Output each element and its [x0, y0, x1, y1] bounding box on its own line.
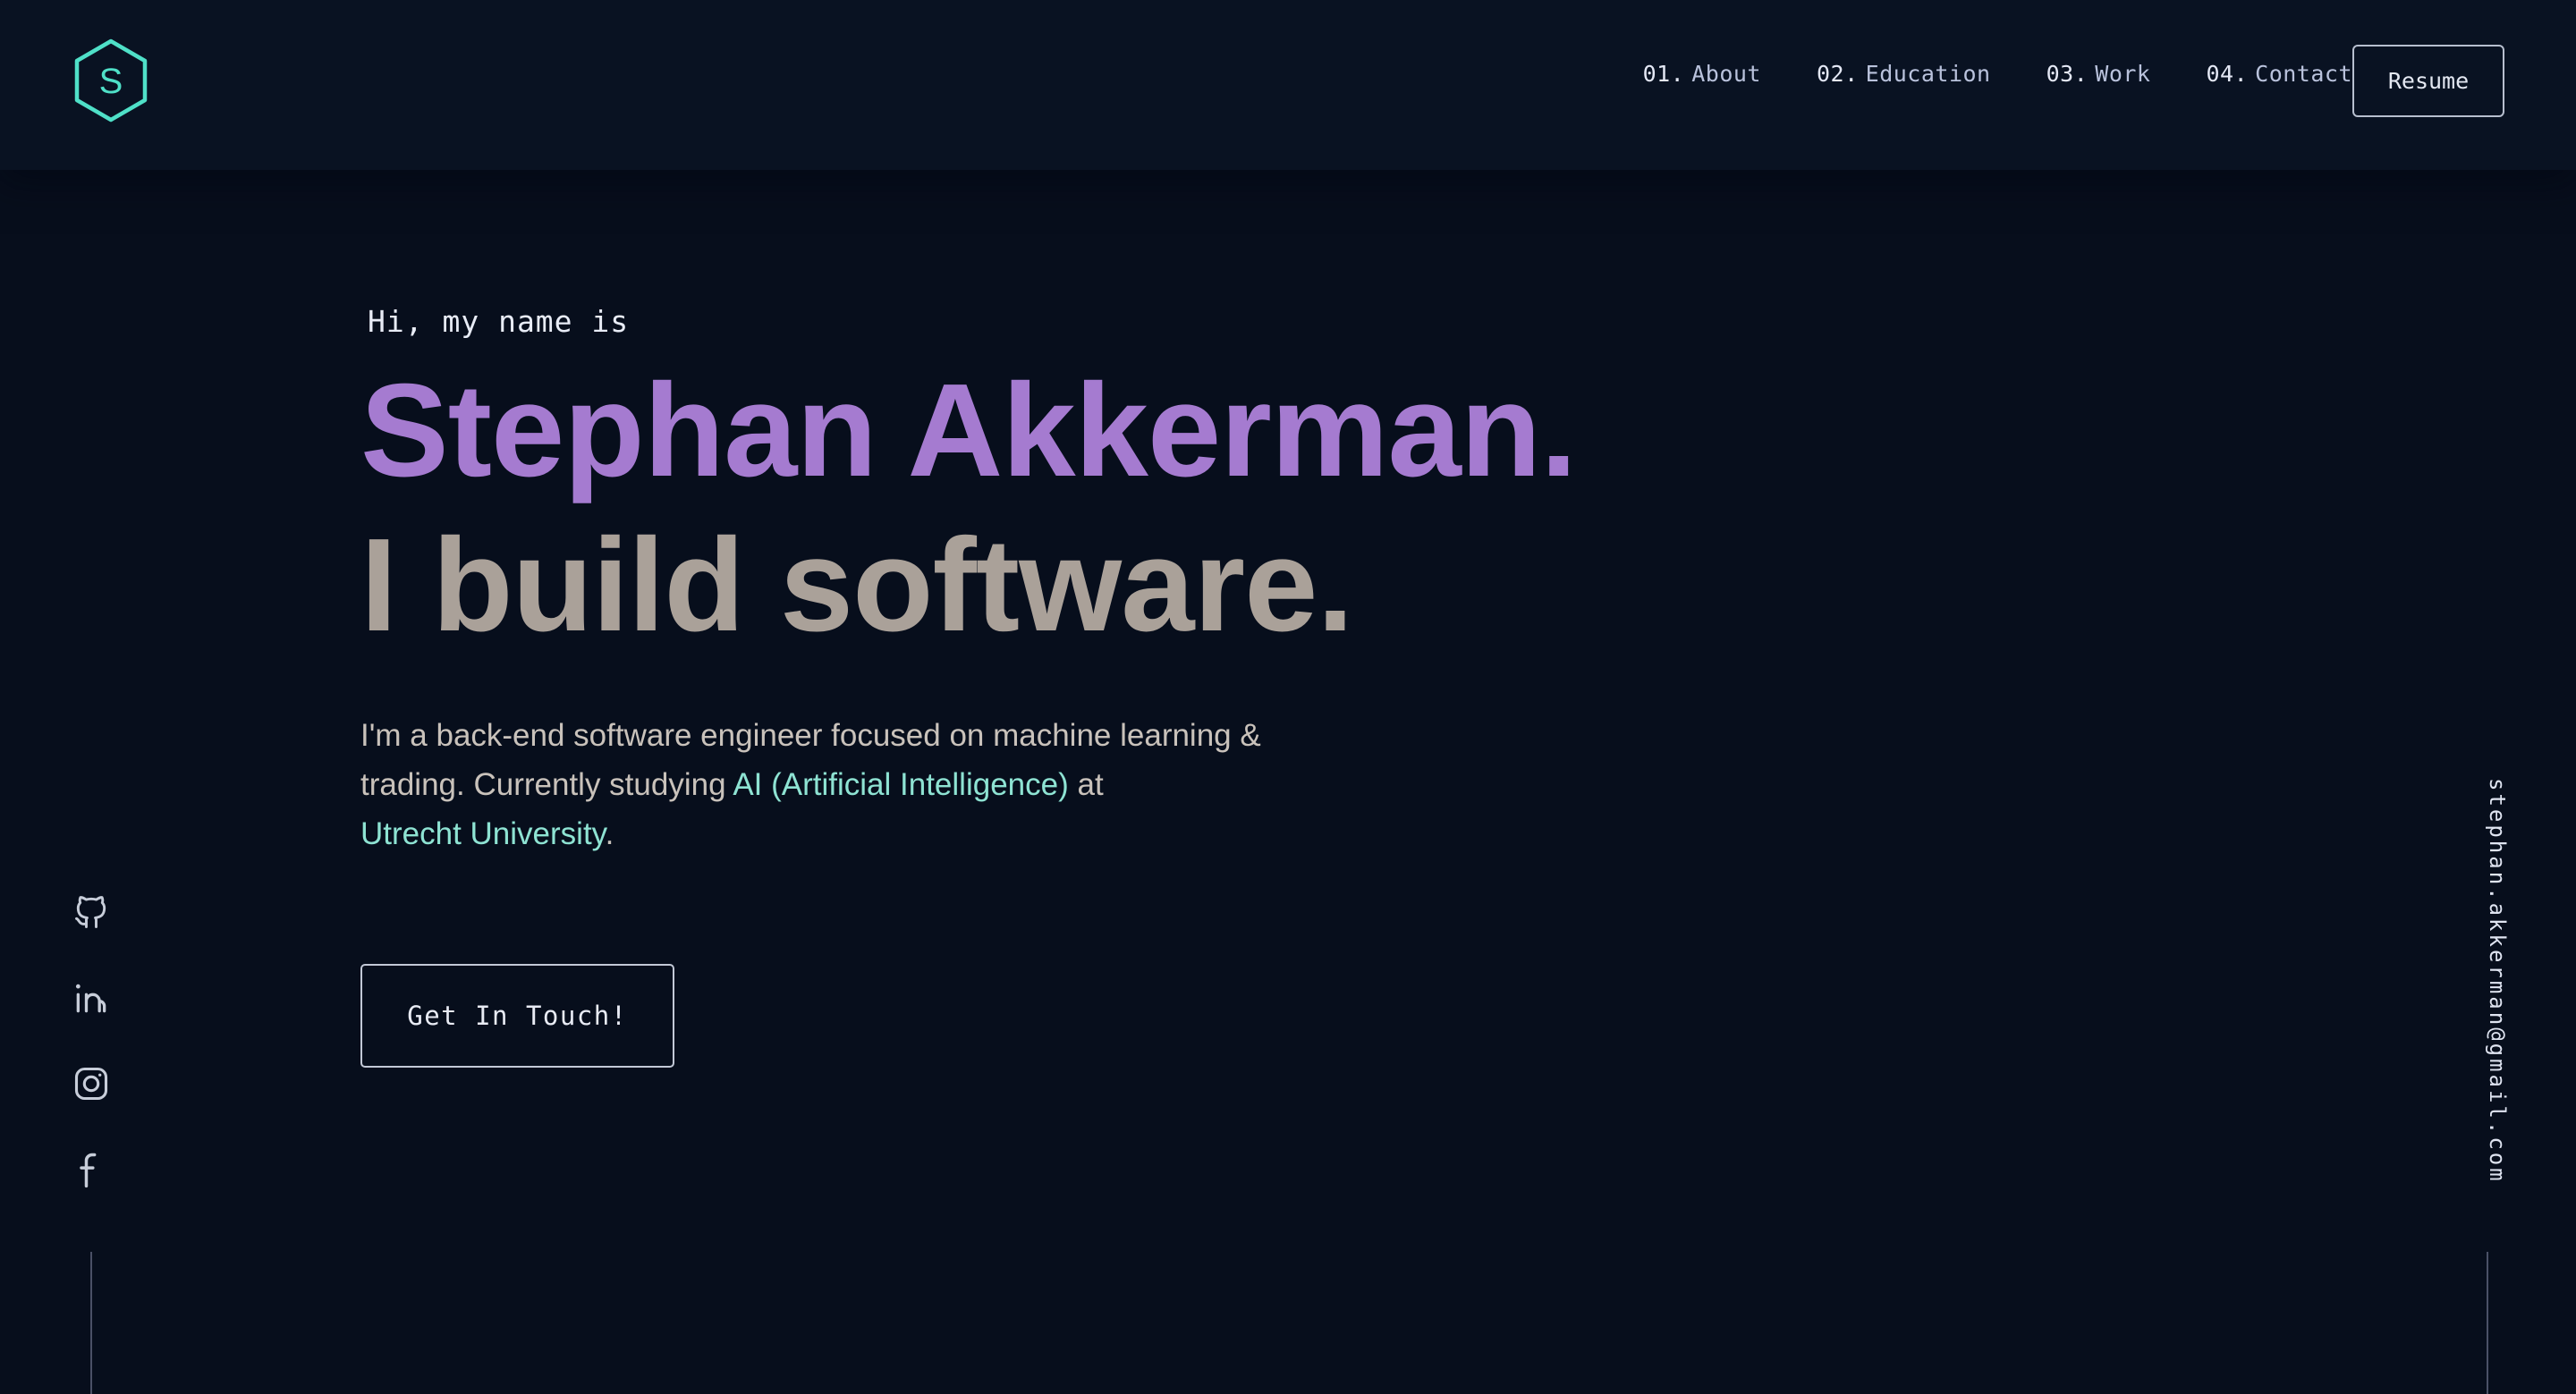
- hero-name: Stephan Akkerman.: [360, 357, 1577, 504]
- main-nav: 01. About 02. Education 03. Work 04. Contact: [1643, 61, 2352, 87]
- nav-label: Education: [1865, 61, 1991, 87]
- bio-text: at: [1068, 766, 1104, 802]
- university-link[interactable]: Utrecht University: [360, 816, 606, 851]
- right-vertical-line: [2487, 1252, 2488, 1394]
- nav-label: About: [1691, 61, 1761, 87]
- nav-item-work[interactable]: 03. Work: [2046, 61, 2151, 87]
- hero-tagline: I build software.: [360, 511, 1354, 659]
- github-icon[interactable]: [72, 892, 111, 932]
- facebook-icon[interactable]: [72, 1150, 111, 1189]
- instagram-icon[interactable]: [72, 1064, 111, 1103]
- hero-bio: I'm a back-end software engineer focused…: [360, 711, 1362, 858]
- hero-section: Hi, my name is Stephan Akkerman. I build…: [360, 304, 1577, 1068]
- resume-button[interactable]: Resume: [2352, 45, 2504, 117]
- nav-label: Work: [2095, 61, 2151, 87]
- nav-number: 03.: [2046, 61, 2089, 87]
- get-in-touch-button[interactable]: Get In Touch!: [360, 963, 674, 1068]
- logo[interactable]: S: [72, 38, 150, 123]
- bio-text: .: [605, 815, 614, 851]
- linkedin-icon[interactable]: [72, 978, 111, 1018]
- hexagon-logo-icon: S: [74, 38, 148, 123]
- email-rail: stephan.akkerman@gmail.com: [2485, 778, 2521, 1198]
- social-links: [70, 892, 113, 1189]
- logo-letter: S: [99, 62, 123, 101]
- nav-item-contact[interactable]: 04. Contact: [2206, 61, 2352, 87]
- page: S 01. About 02. Education 03. Work 04. Conta…: [0, 0, 2576, 1394]
- ai-study-highlight: AI (Artificial Intelligence): [733, 766, 1069, 802]
- nav-item-about[interactable]: 01. About: [1643, 61, 1761, 87]
- nav-number: 02.: [1816, 61, 1859, 87]
- greeting: Hi, my name is: [368, 304, 630, 339]
- bio-text: trading. Currently studying: [360, 766, 733, 802]
- left-vertical-line: [90, 1252, 92, 1394]
- email-link[interactable]: stephan.akkerman@gmail.com: [2485, 778, 2510, 1184]
- nav-item-education[interactable]: 02. Education: [1817, 61, 1991, 87]
- nav-number: 04.: [2206, 61, 2249, 87]
- nav-number: 01.: [1642, 61, 1685, 87]
- nav-label: Contact: [2255, 61, 2352, 87]
- bio-line-1: I'm a back-end software engineer focused…: [360, 717, 1261, 753]
- header: S 01. About 02. Education 03. Work 04. Conta…: [0, 0, 2576, 170]
